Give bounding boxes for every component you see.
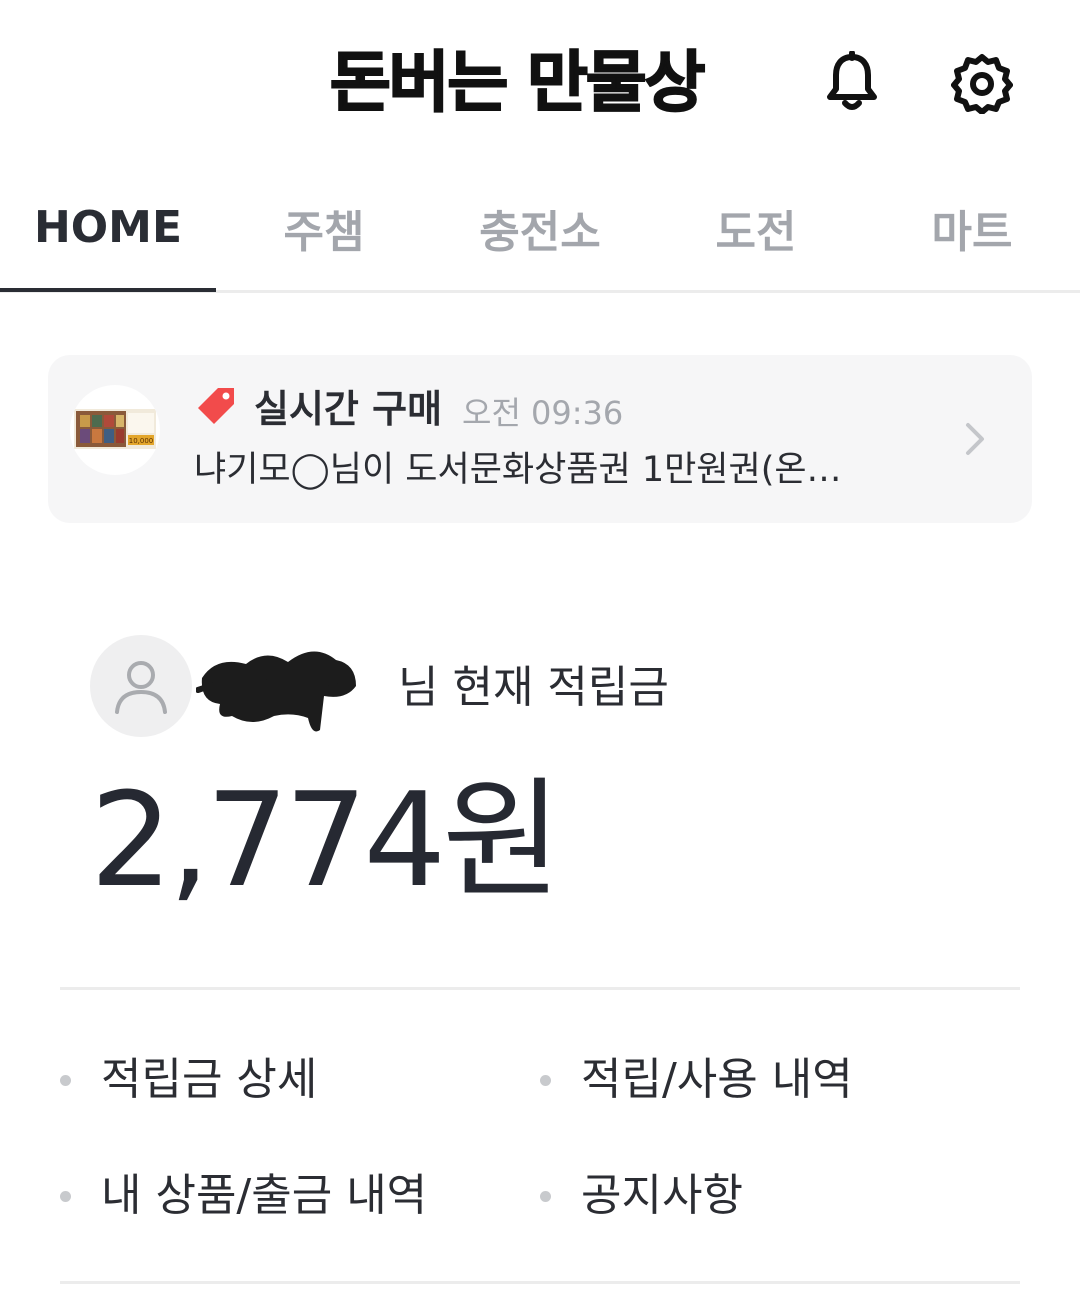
menu-my-products-withdrawals[interactable]: 내 상품/출금 내역 — [60, 1166, 427, 1226]
bullet-dot — [60, 1074, 71, 1086]
app-header: 돈버는 만물상 — [0, 0, 1080, 165]
tab-challenge[interactable]: 도전 — [648, 165, 864, 290]
app-screen: 돈버는 만물상 HOME 주챔 충전소 도전 마트 10,000 실시간 구매 … — [0, 0, 1080, 1301]
tab-bar: HOME 주챔 충전소 도전 마트 — [0, 165, 1080, 293]
points-label: 님 현재 적립금 — [398, 662, 669, 713]
notifications-button[interactable] — [816, 47, 888, 119]
realtime-purchase-label: 실시간 구매 — [254, 387, 443, 431]
divider — [60, 987, 1020, 990]
menu-label: 적립/사용 내역 — [581, 1054, 853, 1105]
tab-mart[interactable]: 마트 — [864, 165, 1080, 290]
menu-label: 공지사항 — [581, 1170, 743, 1221]
bullet-dot — [540, 1074, 551, 1086]
bullet-dot — [60, 1190, 71, 1202]
realtime-purchase-time: 오전 09:36 — [462, 394, 624, 432]
tab-juchaem[interactable]: 주챔 — [216, 165, 432, 290]
gift-card-thumbnail: 10,000 — [70, 385, 160, 475]
redacted-username — [196, 651, 356, 732]
bell-icon — [827, 51, 877, 110]
chevron-right-icon — [966, 423, 984, 455]
price-tag-icon — [198, 388, 234, 424]
menu-earn-use-history[interactable]: 적립/사용 내역 — [540, 1050, 853, 1110]
menu-notices[interactable]: 공지사항 — [540, 1166, 743, 1226]
menu-label: 내 상품/출금 내역 — [101, 1170, 428, 1221]
thumbnail-amount: 10,000 — [129, 437, 154, 445]
gear-icon — [951, 54, 1013, 114]
points-balance: 2,774원 — [90, 764, 562, 916]
divider — [60, 1281, 1020, 1284]
realtime-purchase-message: 냐기모◯님이 도서문화상품권 1만원권(온… — [194, 450, 842, 490]
menu-points-detail[interactable]: 적립금 상세 — [60, 1050, 317, 1110]
realtime-purchase-card[interactable]: 10,000 실시간 구매 오전 09:36 냐기모◯님이 도서문화상품권 1만… — [48, 355, 1032, 523]
tab-home[interactable]: HOME — [0, 165, 216, 290]
app-title: 돈버는 만물상 — [329, 43, 706, 122]
user-icon — [115, 661, 167, 714]
avatar[interactable] — [90, 635, 192, 737]
settings-button[interactable] — [946, 47, 1018, 119]
tab-charging-station[interactable]: 충전소 — [432, 165, 648, 290]
gift-card-image: 10,000 — [74, 409, 156, 449]
bullet-dot — [540, 1190, 551, 1202]
menu-label: 적립금 상세 — [101, 1054, 318, 1105]
active-tab-indicator — [0, 288, 216, 292]
